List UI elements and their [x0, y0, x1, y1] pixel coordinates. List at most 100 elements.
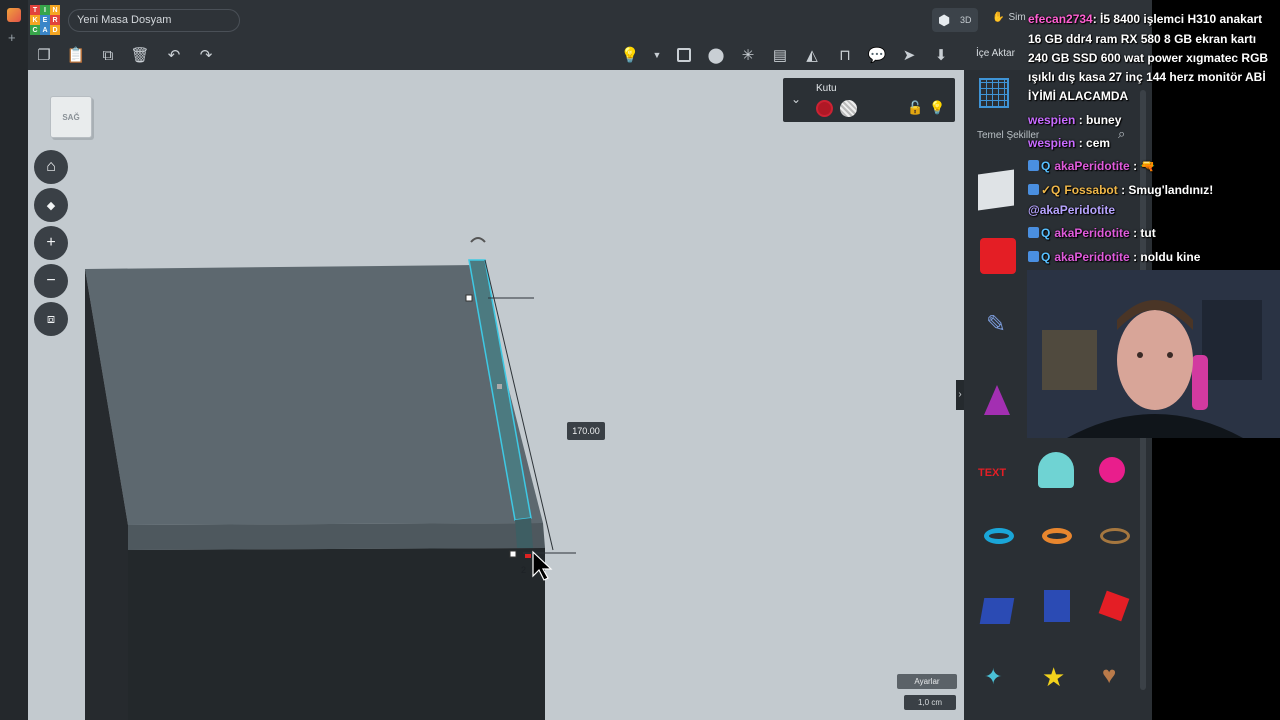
chat-message: İYİMİ ALACAMDA [1028, 89, 1129, 103]
view-3d-button[interactable]: ⬢ 3D [932, 8, 978, 32]
chat-line: QakaPeridotite : tut [1028, 226, 1156, 240]
webcam-feed [1027, 270, 1280, 438]
heart-shape[interactable]: ♥ [1102, 662, 1138, 698]
text-shape[interactable]: TEXT [978, 455, 1014, 491]
logo-letter: T [30, 5, 40, 15]
duplicate-icon[interactable]: ⧉ [97, 44, 119, 66]
chat-line: ışıklı dış kasa 27 inç 144 herz monitör … [1028, 70, 1266, 84]
selected-shape-base [515, 518, 533, 548]
q-badge-icon: Q [1041, 159, 1051, 173]
group-icon[interactable]: ⬤ [705, 44, 727, 66]
half-cylinder-shape[interactable] [1038, 452, 1074, 488]
chat-username: akaPeridotite [1054, 159, 1130, 173]
chat-message: : buney [1078, 113, 1122, 127]
q-badge-icon: Q [1041, 250, 1051, 264]
chat-line: 16 GB ddr4 ram RX 580 8 GB ekran kartı [1028, 32, 1256, 46]
polygon-shape[interactable] [1098, 590, 1130, 622]
mirror-icon[interactable]: ◭ [801, 44, 823, 66]
star-shape[interactable]: ★ [1042, 662, 1078, 698]
delete-icon[interactable]: 🗑 [129, 44, 151, 66]
hole-swatch[interactable] [840, 100, 857, 117]
3d-scene[interactable] [28, 70, 964, 720]
chat-line: wespien : buney [1028, 113, 1121, 127]
box-edge-face [128, 523, 545, 550]
box-top-face [85, 265, 543, 525]
workplane-grid-icon[interactable] [979, 78, 1009, 108]
magnet-icon[interactable]: ⊓ [834, 44, 856, 66]
logo-letter: C [30, 25, 40, 35]
chat-line: İYİMİ ALACAMDA [1028, 89, 1128, 103]
logo-letter: A [40, 25, 50, 35]
os-sidebar: + [0, 0, 28, 720]
paste-icon[interactable]: 📋 [65, 44, 87, 66]
export-icon[interactable]: ➤ [898, 44, 920, 66]
resize-handle [465, 294, 473, 302]
tube-shape[interactable] [1042, 528, 1072, 544]
settings-button[interactable]: Ayarlar [897, 674, 957, 689]
ortho-view-icon[interactable]: ⧈ [34, 302, 68, 336]
redo-icon[interactable]: ↷ [195, 44, 217, 66]
resize-handle [509, 550, 517, 558]
box-shape[interactable] [980, 238, 1016, 274]
sim-button[interactable]: ✋ Sim [992, 12, 1026, 23]
chat-username: wespien [1028, 113, 1076, 127]
chat-icon[interactable]: 💬 [866, 44, 888, 66]
chat-message: ışıklı dış kasa 27 inç 144 herz monitör … [1028, 70, 1266, 84]
design-name-field[interactable]: Yeni Masa Dosyam [68, 9, 240, 32]
shape-outline-icon[interactable] [673, 44, 695, 66]
app-icon[interactable] [7, 8, 21, 22]
dimension-value[interactable]: 170.00 [567, 422, 605, 440]
cube-icon: ⬢ [938, 12, 951, 28]
fit-view-icon[interactable]: ◆ [34, 188, 68, 222]
import-icon[interactable]: ⬇ [930, 44, 952, 66]
chat-line: 240 GB SSD 600 wat power xıgmatec RGB [1028, 51, 1268, 65]
tinkercad-logo[interactable]: T I N K E R C A D [30, 5, 60, 35]
chevron-down-icon[interactable]: ⌄ [791, 92, 801, 106]
chat-message: : noldu kine [1133, 250, 1201, 264]
view-cube[interactable]: SAĞ [50, 96, 92, 138]
zoom-in-icon[interactable]: + [34, 226, 68, 260]
q-badge-icon: Q [1041, 226, 1051, 240]
chat-username: akaPeridotite [1054, 250, 1130, 264]
logo-letter: R [50, 15, 60, 25]
chat-mention: @akaPeridotite [1028, 203, 1116, 217]
torus-shape[interactable] [984, 528, 1014, 544]
unlock-icon[interactable]: 🔓 [907, 100, 923, 116]
undo-icon[interactable]: ↶ [163, 44, 185, 66]
workplane[interactable]: SAĞ ⌂ ◆ + − ⧈ 170.00 2 ⌄ Kutu 🔓 💡 › Ayar… [28, 70, 964, 720]
mod-badge-icon: ✓Q [1041, 183, 1061, 197]
solid-color-swatch[interactable] [816, 100, 833, 117]
ring-shape[interactable] [1100, 528, 1130, 544]
lightbulb-icon[interactable]: 💡 [619, 44, 641, 66]
hide-icon[interactable]: 💡 [929, 100, 945, 116]
chat-line: wespien : cem [1028, 136, 1110, 150]
wedge-shape[interactable] [979, 598, 1015, 624]
box-front-face [128, 548, 545, 720]
logo-letter: D [50, 25, 60, 35]
add-icon[interactable]: + [8, 30, 16, 45]
home-icon[interactable]: ⌂ [34, 150, 68, 184]
import-button[interactable]: İçe Aktar [976, 48, 1015, 59]
subscriber-badge-icon [1028, 251, 1039, 262]
align-icon[interactable]: ▤ [769, 44, 791, 66]
subscriber-badge-icon [1028, 227, 1039, 238]
sphere-shape[interactable] [1099, 457, 1125, 483]
resize-handle [497, 384, 502, 389]
chevron-right-icon[interactable]: › [956, 380, 964, 410]
chat-line: QakaPeridotite : 🔫 [1028, 159, 1155, 173]
zoom-out-icon[interactable]: − [34, 264, 68, 298]
logo-letter: I [40, 5, 50, 15]
scribble-shape[interactable]: ✎ [986, 310, 1022, 346]
view-3d-label: 3D [960, 15, 972, 25]
chat-message: 16 GB ddr4 ram RX 580 8 GB ekran kartı [1028, 32, 1257, 46]
chat-username: Fossabot [1064, 183, 1118, 197]
star-outline-shape[interactable]: ✦ [984, 664, 1020, 700]
cone-shape[interactable] [984, 385, 1010, 415]
chevron-down-icon[interactable]: ▼ [646, 44, 668, 66]
copy-icon[interactable]: ❐ [33, 44, 55, 66]
shape-title: Kutu [816, 83, 837, 94]
box-hole-shape[interactable] [978, 169, 1014, 211]
ungroup-icon[interactable]: ✳ [737, 44, 759, 66]
snap-grid-select[interactable]: 1,0 cm [904, 695, 956, 710]
hexagon-shape[interactable] [1044, 590, 1070, 622]
